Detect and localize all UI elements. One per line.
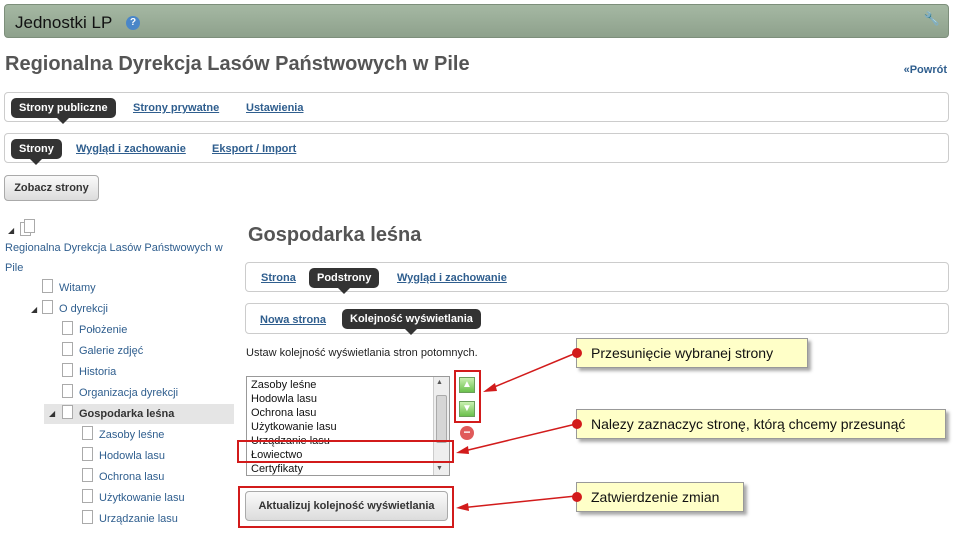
- arrow-confirm: [459, 495, 577, 509]
- arrow-move: [486, 352, 577, 391]
- callout-dot: [572, 419, 582, 429]
- callout-dot: [572, 348, 582, 358]
- callout-move: Przesunięcie wybranej strony: [572, 338, 808, 368]
- callout-move-text: Przesunięcie wybranej strony: [591, 345, 774, 361]
- callout-confirm: Zatwierdzenie zmian: [572, 482, 744, 512]
- callout-confirm-text: Zatwierdzenie zmian: [591, 489, 720, 505]
- annotation-arrows: [456, 352, 577, 511]
- arrowhead-confirm: [456, 503, 469, 511]
- arrowhead-select: [456, 446, 469, 454]
- callout-select-text: Nalezy zaznaczyc stronę, którą chcemy pr…: [591, 416, 906, 432]
- arrow-select: [459, 423, 577, 453]
- callout-dot: [572, 492, 582, 502]
- arrowhead-move: [483, 383, 497, 392]
- callout-select: Nalezy zaznaczyc stronę, którą chcemy pr…: [572, 409, 946, 439]
